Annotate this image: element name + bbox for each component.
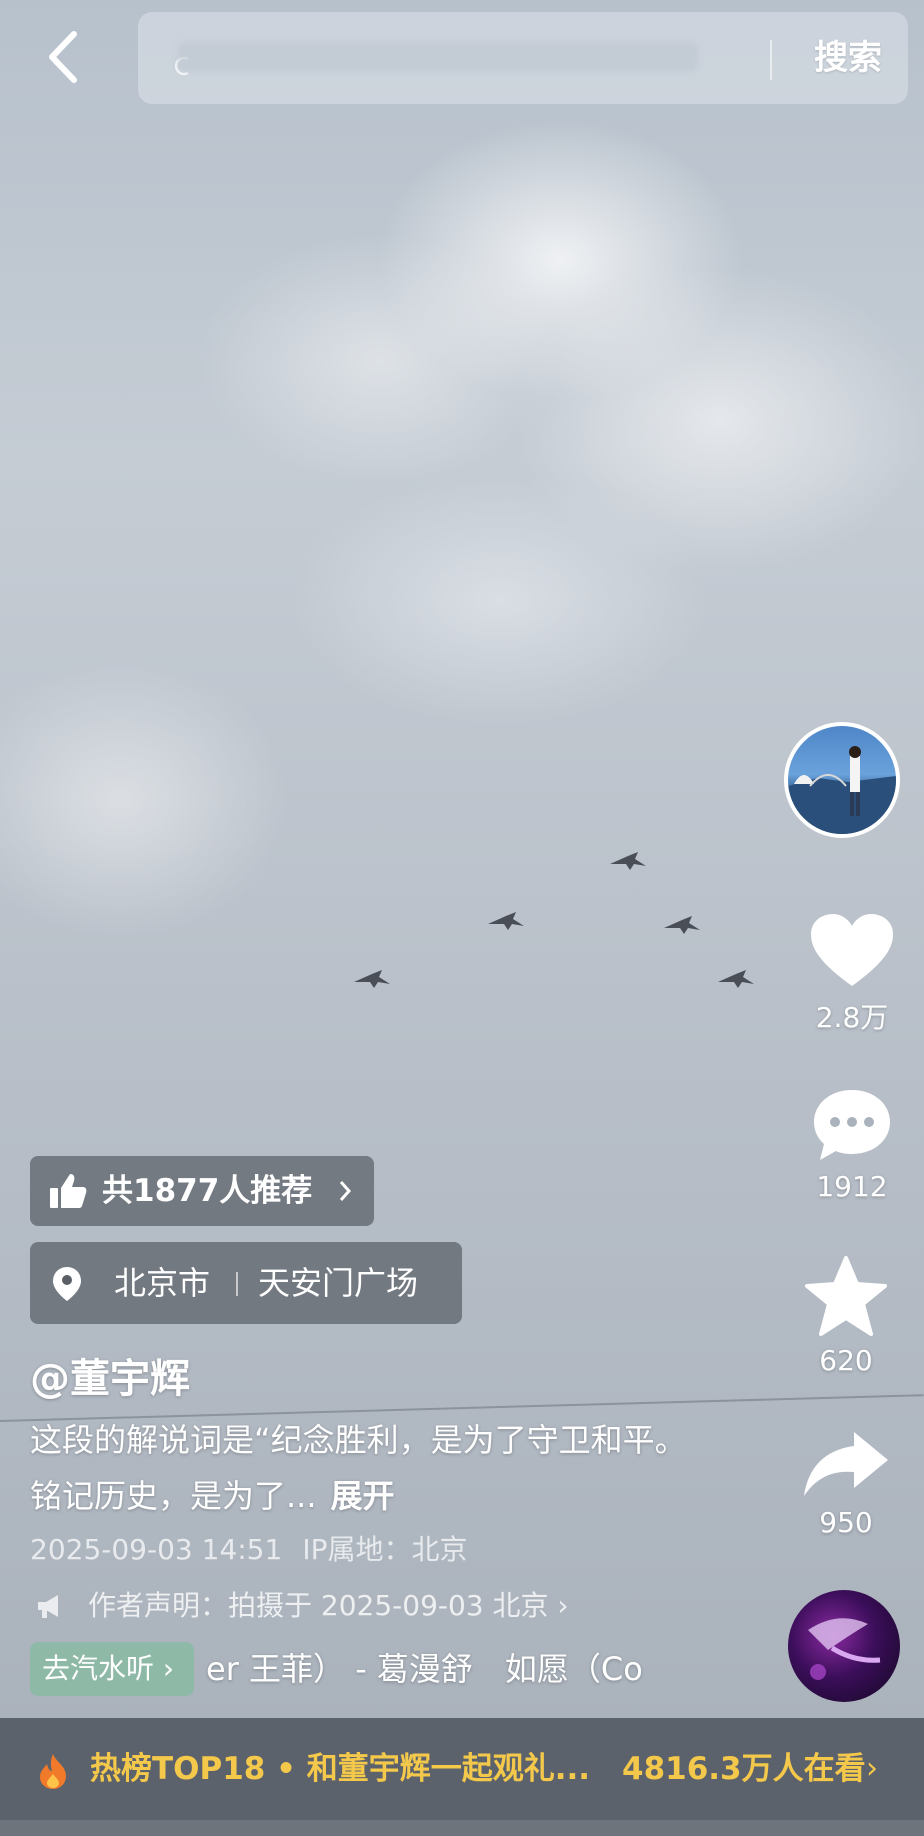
- expand-button[interactable]: 展开: [331, 1477, 395, 1515]
- like-count: 2.8万: [815, 1001, 889, 1034]
- recommend-badge[interactable]: 共1877人推荐: [30, 1156, 374, 1226]
- location-divider: [236, 1272, 238, 1296]
- star-icon: [805, 1256, 887, 1336]
- ip-location: IP属地：北京: [302, 1533, 468, 1566]
- share-icon: [804, 1432, 888, 1496]
- comment-icon: [814, 1090, 890, 1160]
- megaphone-icon: [38, 1595, 58, 1618]
- heart-icon: [811, 914, 893, 986]
- song-title: er 王菲） - 葛漫舒 如愿（Co: [206, 1650, 643, 1688]
- share-button[interactable]: 950: [786, 1430, 906, 1539]
- music-row[interactable]: 去汽水听 › er 王菲） - 葛漫舒 如愿（Co: [30, 1642, 700, 1696]
- jet-5: [718, 970, 754, 988]
- hot-list-bar[interactable]: 热榜TOP18 • 和董宇辉一起观礼... 4816.3万人在看 ›: [0, 1718, 924, 1820]
- hot-title: 热榜TOP18 • 和董宇辉一起观礼...: [90, 1751, 591, 1787]
- jet-3: [664, 916, 700, 934]
- flame-icon: [40, 1754, 66, 1789]
- recommend-label: 共1877人推荐: [102, 1173, 313, 1209]
- jet-4: [354, 970, 390, 988]
- comment-button[interactable]: 1912: [792, 1086, 912, 1203]
- favorite-button[interactable]: 620: [786, 1256, 906, 1377]
- share-count: 950: [819, 1506, 873, 1539]
- favorite-count: 620: [819, 1344, 873, 1377]
- author-avatar[interactable]: [784, 722, 900, 838]
- post-datetime: 2025-09-03 14:51: [30, 1533, 283, 1566]
- search-button[interactable]: 搜索: [788, 12, 908, 104]
- jet-1: [610, 852, 646, 870]
- location-badge[interactable]: 北京市 天安门广场: [30, 1242, 462, 1324]
- back-arrow-icon[interactable]: [40, 28, 90, 86]
- listen-on-qishui-button[interactable]: 去汽水听 ›: [30, 1642, 194, 1696]
- location-pin-icon: [53, 1267, 81, 1301]
- statement-text: 作者声明：拍摄于 2025-09-03 北京: [88, 1589, 549, 1622]
- search-divider: [770, 40, 772, 80]
- like-button[interactable]: 2.8万: [792, 912, 912, 1036]
- listen-label: 去汽水听: [42, 1652, 155, 1685]
- post-description[interactable]: 这段的解说词是“纪念胜利，是为了守卫和平。铭记历史，是为了... 展开: [30, 1412, 690, 1524]
- search-bar[interactable]: 搜索: [138, 12, 908, 104]
- jet-2: [488, 912, 524, 930]
- location-city: 北京市: [114, 1264, 211, 1302]
- author-name[interactable]: @董宇辉: [30, 1346, 190, 1404]
- hot-viewers: 4816.3万人在看: [622, 1751, 866, 1787]
- post-meta: 2025-09-03 14:51 IP属地：北京: [30, 1528, 467, 1568]
- chevron-right-icon: [339, 1181, 352, 1201]
- music-cover: [808, 1618, 881, 1680]
- location-place: 天安门广场: [258, 1264, 419, 1302]
- avatar-photo: [788, 746, 896, 834]
- chevron-right-icon: ›: [866, 1751, 878, 1786]
- search-placeholder: [178, 42, 698, 72]
- bottom-edge: [0, 1820, 924, 1836]
- comment-count: 1912: [816, 1170, 888, 1203]
- thumbs-up-icon: [50, 1174, 87, 1208]
- music-disc[interactable]: [788, 1590, 900, 1702]
